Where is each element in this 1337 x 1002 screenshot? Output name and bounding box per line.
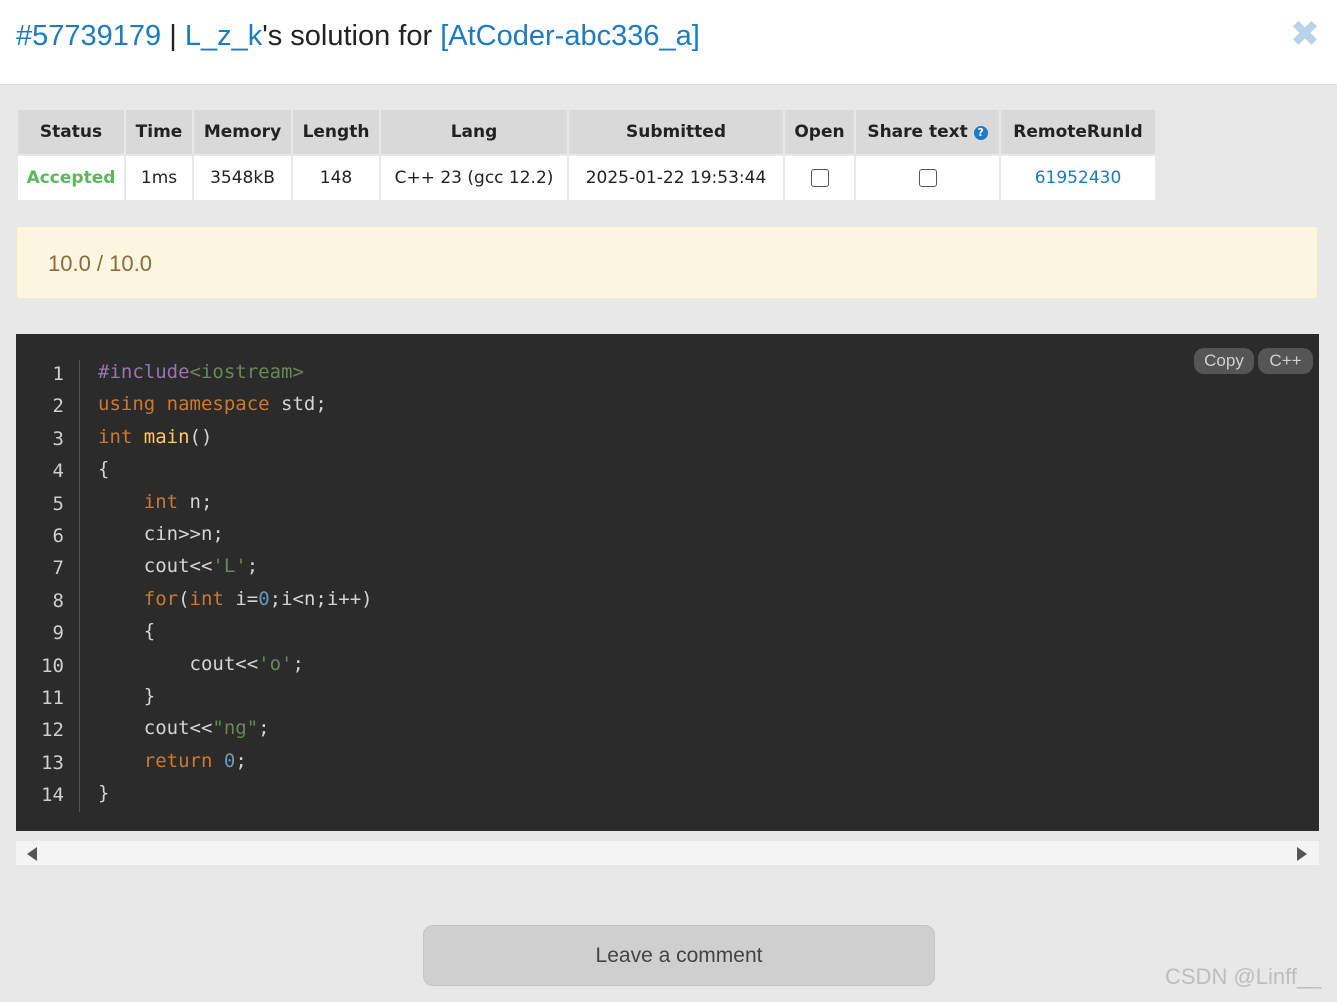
code-line: int n; <box>143 490 213 513</box>
table-header-row: Status Time Memory Length Lang Submitted… <box>16 108 1157 156</box>
code-line: cout<<'L'; <box>98 555 259 578</box>
line-number: 14 <box>41 784 64 807</box>
line-number: 5 <box>52 492 64 515</box>
title-separator: | <box>161 20 185 52</box>
status-badge: Accepted <box>16 154 126 202</box>
time-value: 1ms <box>124 154 194 202</box>
leave-comment-button[interactable]: Leave a comment <box>423 925 935 986</box>
header-length: Length <box>291 108 381 156</box>
language-label: C++ <box>1258 348 1313 374</box>
code-line: cin>>n; <box>98 522 224 545</box>
header-status: Status <box>16 108 126 156</box>
submission-info-table: Status Time Memory Length Lang Submitted… <box>16 108 1157 202</box>
line-number: 9 <box>52 622 64 645</box>
header-memory: Memory <box>192 108 293 156</box>
open-checkbox[interactable] <box>810 169 829 187</box>
code-line: { <box>98 458 110 481</box>
code-line: { <box>98 620 156 643</box>
scroll-right-icon[interactable] <box>1297 847 1307 861</box>
line-number: 8 <box>52 589 64 612</box>
open-cell <box>783 154 856 202</box>
code-line: } <box>98 684 156 707</box>
memory-value: 3548kB <box>192 154 293 202</box>
score-value: 10.0 / 10.0 <box>48 251 152 276</box>
line-number: 2 <box>52 395 64 418</box>
code-line: #include<iostream> <box>98 361 304 383</box>
table-row: Accepted 1ms 3548kB 148 C++ 23 (gcc 12.2… <box>16 154 1157 202</box>
question-circle-icon[interactable]: ? <box>973 126 988 140</box>
line-number: 6 <box>52 524 64 547</box>
score-panel: 10.0 / 10.0 <box>16 226 1318 299</box>
share-cell <box>854 154 1001 202</box>
header-time: Time <box>124 108 194 156</box>
scroll-left-icon[interactable] <box>27 847 37 861</box>
line-number: 7 <box>52 557 64 580</box>
code-line: return 0; <box>143 749 247 772</box>
problem-link[interactable]: [AtCoder-abc336_a] <box>440 20 700 52</box>
code-lines: #include<iostream> using namespace std; … <box>98 356 373 809</box>
submitted-value: 2025-01-22 19:53:44 <box>567 154 785 202</box>
page-title: #57739179 | L_z_k's solution for [AtCode… <box>16 20 700 53</box>
title-middle-text: 's solution for <box>262 20 441 52</box>
code-line: cout<<"ng"; <box>98 717 270 740</box>
line-number: 11 <box>41 686 64 709</box>
code-block[interactable]: 1 2 3 4 5 6 7 8 9 10 11 12 13 14 #includ… <box>16 334 1319 831</box>
share-text-checkbox[interactable] <box>918 169 937 187</box>
code-line: int main() <box>98 425 213 448</box>
watermark: CSDN @Linff__ <box>1165 964 1322 989</box>
line-number: 12 <box>41 719 64 742</box>
header-lang: Lang <box>379 108 569 156</box>
line-number: 13 <box>41 751 64 774</box>
share-text-label: Share text <box>867 122 968 142</box>
line-number: 3 <box>52 427 64 450</box>
code-line: for(int i=0;i<n;i++) <box>143 587 373 610</box>
code-line: } <box>98 782 110 805</box>
lang-value: C++ 23 (gcc 12.2) <box>379 154 569 202</box>
copy-button[interactable]: Copy <box>1194 348 1254 374</box>
line-number: 4 <box>52 460 64 483</box>
solution-id-link[interactable]: #57739179 <box>16 20 161 52</box>
length-value: 148 <box>291 154 381 202</box>
gutter-divider <box>79 360 80 812</box>
remote-run-id-link[interactable]: 61952430 <box>999 154 1157 202</box>
solution-header: #57739179 | L_z_k's solution for [AtCode… <box>0 0 1337 85</box>
code-line: using namespace std; <box>98 393 327 416</box>
close-icon[interactable]: ✖ <box>1288 17 1322 53</box>
line-number: 1 <box>52 363 64 385</box>
line-number-gutter: 1 2 3 4 5 6 7 8 9 10 11 12 13 14 <box>16 358 64 811</box>
header-open: Open <box>783 108 856 156</box>
horizontal-scrollbar[interactable] <box>16 841 1319 865</box>
header-submitted: Submitted <box>567 108 785 156</box>
code-line: cout<<'o'; <box>98 652 304 675</box>
line-number: 10 <box>41 654 64 677</box>
header-remote-run-id: RemoteRunId <box>999 108 1157 156</box>
user-link[interactable]: L_z_k <box>185 20 262 52</box>
header-share-text: Share text ? <box>854 108 1001 156</box>
